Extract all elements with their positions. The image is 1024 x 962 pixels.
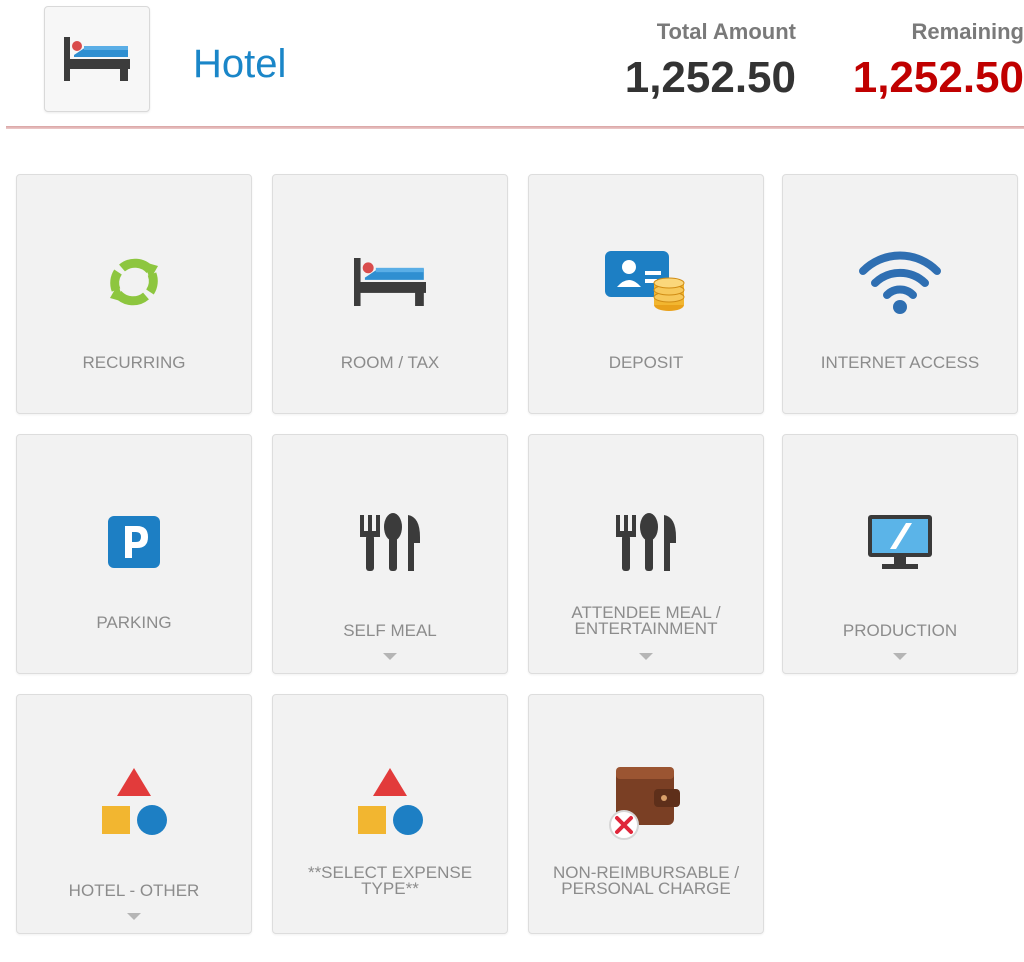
parking-icon	[108, 516, 160, 568]
tile-label: PRODUCTION	[842, 621, 958, 640]
header: Hotel Total Amount 1,252.50 Remaining 1,…	[0, 0, 1024, 129]
wifi-icon	[859, 251, 941, 314]
remaining-amount-label: Remaining	[911, 19, 1024, 44]
remaining-amount: Remaining 1,252.50	[808, 18, 1024, 104]
bed-icon	[64, 37, 130, 81]
tile-label: ROOM / TAX	[340, 353, 440, 372]
tile-self-meal[interactable]: SELF MEAL	[272, 434, 508, 674]
shapes-icon	[358, 768, 423, 835]
tile-select-expense-type[interactable]: **SELECT EXPENSE TYPE**	[272, 694, 508, 934]
header-icon-box	[44, 6, 150, 112]
tile-production[interactable]: PRODUCTION	[782, 434, 1018, 674]
tile-label: HOTEL - OTHER	[68, 881, 200, 900]
chevron-down-icon[interactable]	[639, 653, 653, 660]
tile-label: PARKING	[96, 613, 172, 632]
header-divider	[6, 126, 1024, 129]
tile-non-reimbursable[interactable]: NON-REIMBURSABLE / PERSONAL CHARGE	[528, 694, 764, 934]
page-title: Hotel	[193, 42, 287, 86]
tile-deposit[interactable]: DEPOSIT	[528, 174, 764, 414]
tile-label: INTERNET ACCESS	[820, 353, 980, 372]
monitor-icon	[868, 515, 932, 569]
utensils-icon	[360, 513, 420, 571]
tile-label: SELF MEAL	[343, 621, 437, 640]
tile-attendee-meal[interactable]: ATTENDEE MEAL / ENTERTAINMENT	[528, 434, 764, 674]
tile-label: DEPOSIT	[608, 353, 684, 372]
chevron-down-icon[interactable]	[893, 653, 907, 660]
shapes-icon	[102, 768, 167, 835]
tile-label: RECURRING	[82, 353, 186, 372]
chevron-down-icon[interactable]	[127, 913, 141, 920]
total-amount-value: 1,252.50	[624, 53, 796, 102]
tile-label: NON-REIMBURSABLE / PERSONAL CHARGE	[552, 863, 740, 898]
remaining-amount-value: 1,252.50	[852, 53, 1024, 102]
tile-recurring[interactable]: RECURRING	[16, 174, 252, 414]
wallet-icon	[609, 767, 680, 840]
bed-icon	[354, 258, 426, 306]
total-amount: Total Amount 1,252.50	[600, 18, 796, 104]
chevron-down-icon[interactable]	[383, 653, 397, 660]
tile-label: ATTENDEE MEAL / ENTERTAINMENT	[571, 603, 721, 638]
tile-hotel-other[interactable]: HOTEL - OTHER	[16, 694, 252, 934]
recurring-icon	[110, 258, 158, 306]
total-amount-label: Total Amount	[656, 19, 796, 44]
tile-parking[interactable]: PARKING	[16, 434, 252, 674]
tile-room-tax[interactable]: ROOM / TAX	[272, 174, 508, 414]
tile-label: **SELECT EXPENSE TYPE**	[307, 863, 473, 898]
tile-internet-access[interactable]: INTERNET ACCESS	[782, 174, 1018, 414]
deposit-icon	[605, 251, 685, 311]
utensils-icon	[616, 513, 676, 571]
